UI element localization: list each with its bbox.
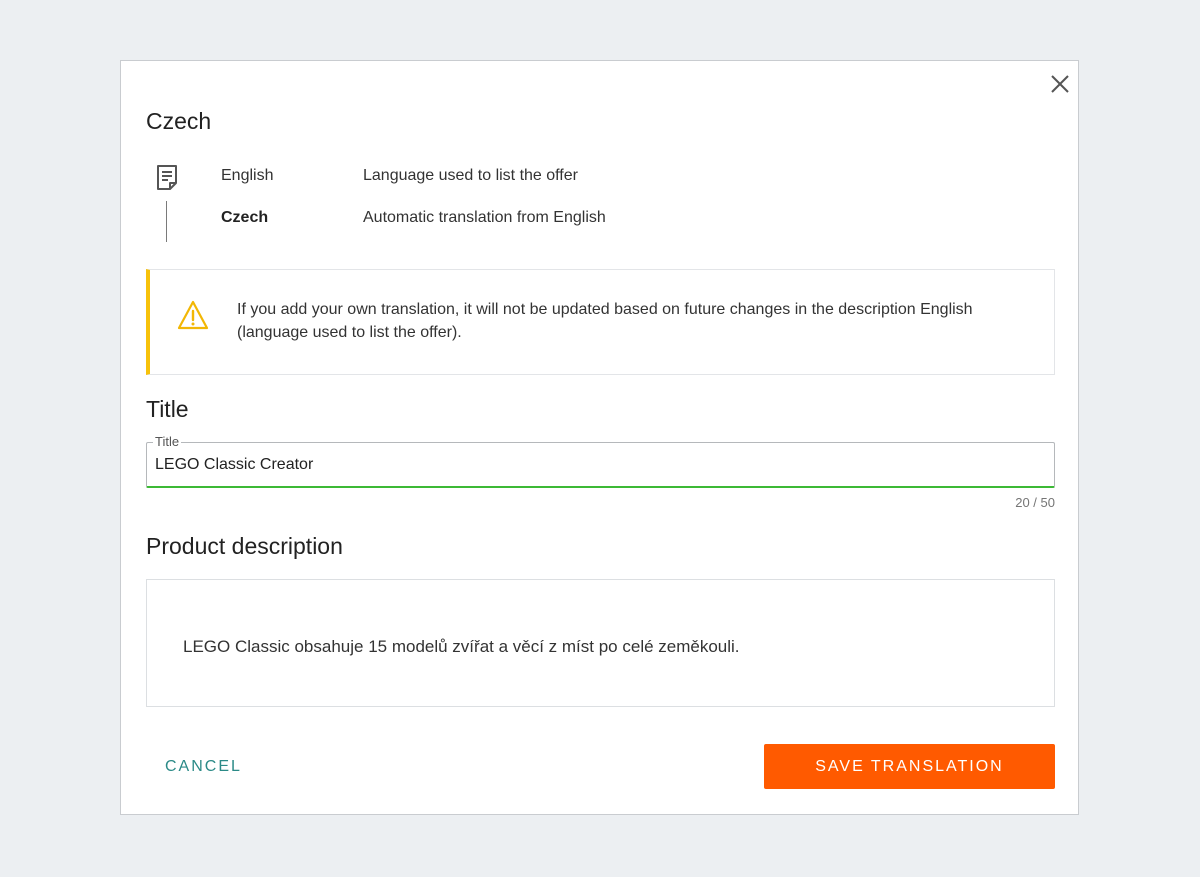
cancel-button[interactable]: CANCEL: [146, 745, 256, 789]
alert-message: If you add your own translation, it will…: [237, 301, 973, 341]
title-input[interactable]: [155, 455, 1035, 475]
title-field: Title: [146, 434, 1055, 488]
language-description: Language used to list the offer: [363, 167, 578, 184]
language-name: English: [221, 167, 274, 184]
timeline-connector: [166, 201, 167, 242]
close-icon: [1051, 75, 1069, 93]
dialog-title: Czech: [146, 108, 212, 134]
close-button[interactable]: [1047, 71, 1073, 97]
save-translation-button[interactable]: SAVE TRANSLATION: [764, 744, 1055, 789]
warning-icon: [176, 299, 210, 331]
title-field-label: Title: [153, 434, 182, 450]
translation-dialog: Czech English Language used to list the …: [120, 60, 1079, 815]
title-heading: Title: [146, 396, 189, 422]
warning-alert: If you add your own translation, it will…: [146, 269, 1055, 375]
description-editor[interactable]: LEGO Classic obsahuje 15 modelů zvířat a…: [146, 579, 1055, 707]
document-icon: [156, 164, 178, 192]
description-heading: Product description: [146, 533, 343, 559]
character-counter: 20 / 50: [1015, 495, 1055, 510]
language-name: Czech: [221, 209, 269, 226]
language-description: Automatic translation from English: [363, 209, 606, 226]
description-text: LEGO Classic obsahuje 15 modelů zvířat a…: [183, 637, 740, 656]
